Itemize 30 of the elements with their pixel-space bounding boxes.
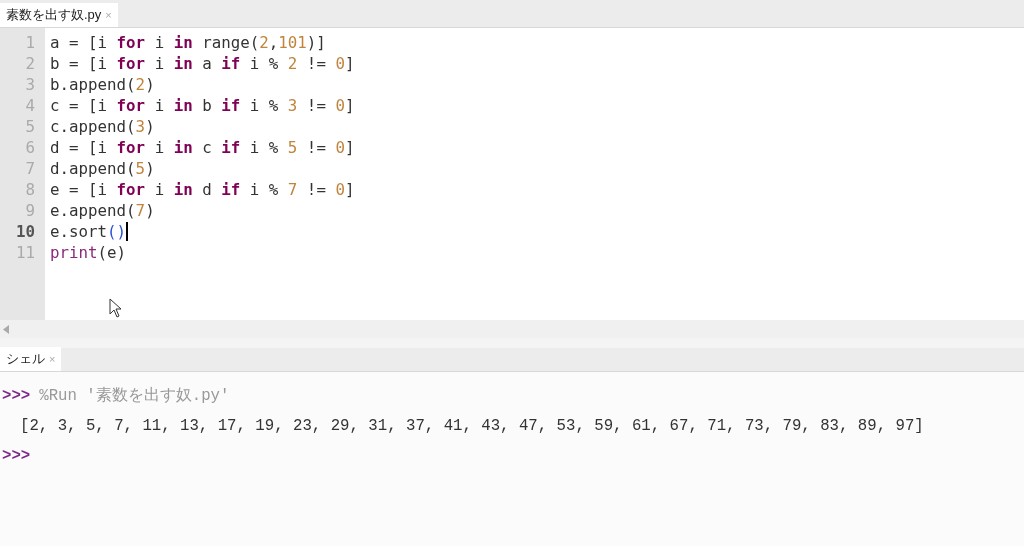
shell-command: %Run '素数を出す奴.py'	[39, 385, 230, 407]
line-number: 7	[25, 158, 35, 179]
code-line: b.append(2)	[50, 74, 155, 95]
line-number: 8	[25, 179, 35, 200]
code-line: d = [i for i in c if i % 5 != 0]	[50, 137, 355, 158]
editor-tab[interactable]: シェル ×	[0, 347, 62, 371]
scroll-left-icon[interactable]	[3, 324, 10, 334]
horizontal-scrollbar[interactable]	[0, 320, 1024, 338]
code-line: e = [i for i in d if i % 7 != 0]	[50, 179, 355, 200]
shell-prompt: >>>	[2, 386, 31, 407]
code-line: c = [i for i in b if i % 3 != 0]	[50, 95, 355, 116]
shell-output: [2, 3, 5, 7, 11, 13, 17, 19, 23, 29, 31, 37, 41, 43, 47, 53, 59, 61, 67, 71, 73, 79, 83, 89, 97]	[20, 416, 924, 437]
line-number: 11	[15, 242, 35, 263]
line-number: 4	[25, 95, 35, 116]
shell-prompt: >>>	[2, 446, 31, 467]
line-number: 5	[25, 116, 35, 137]
line-number: 2	[25, 53, 35, 74]
editor-tab[interactable]: 素数を出す奴.py ×	[0, 3, 118, 27]
code-line: d.append(5)	[50, 158, 155, 179]
code-line: print(e)	[50, 242, 127, 263]
line-number: 10	[15, 221, 35, 242]
code-line: e.sort()	[50, 221, 127, 242]
code-line: e.append(7)	[50, 200, 155, 221]
line-number: 6	[25, 137, 35, 158]
code-line: c.append(3)	[50, 116, 155, 137]
code-line: b = [i for i in a if i % 2 != 0]	[50, 53, 355, 74]
line-number: 3	[25, 74, 35, 95]
line-number: 1	[25, 32, 35, 53]
line-number: 9	[25, 200, 35, 221]
code-line: a = [i for i in range(2,101)]	[50, 32, 326, 53]
